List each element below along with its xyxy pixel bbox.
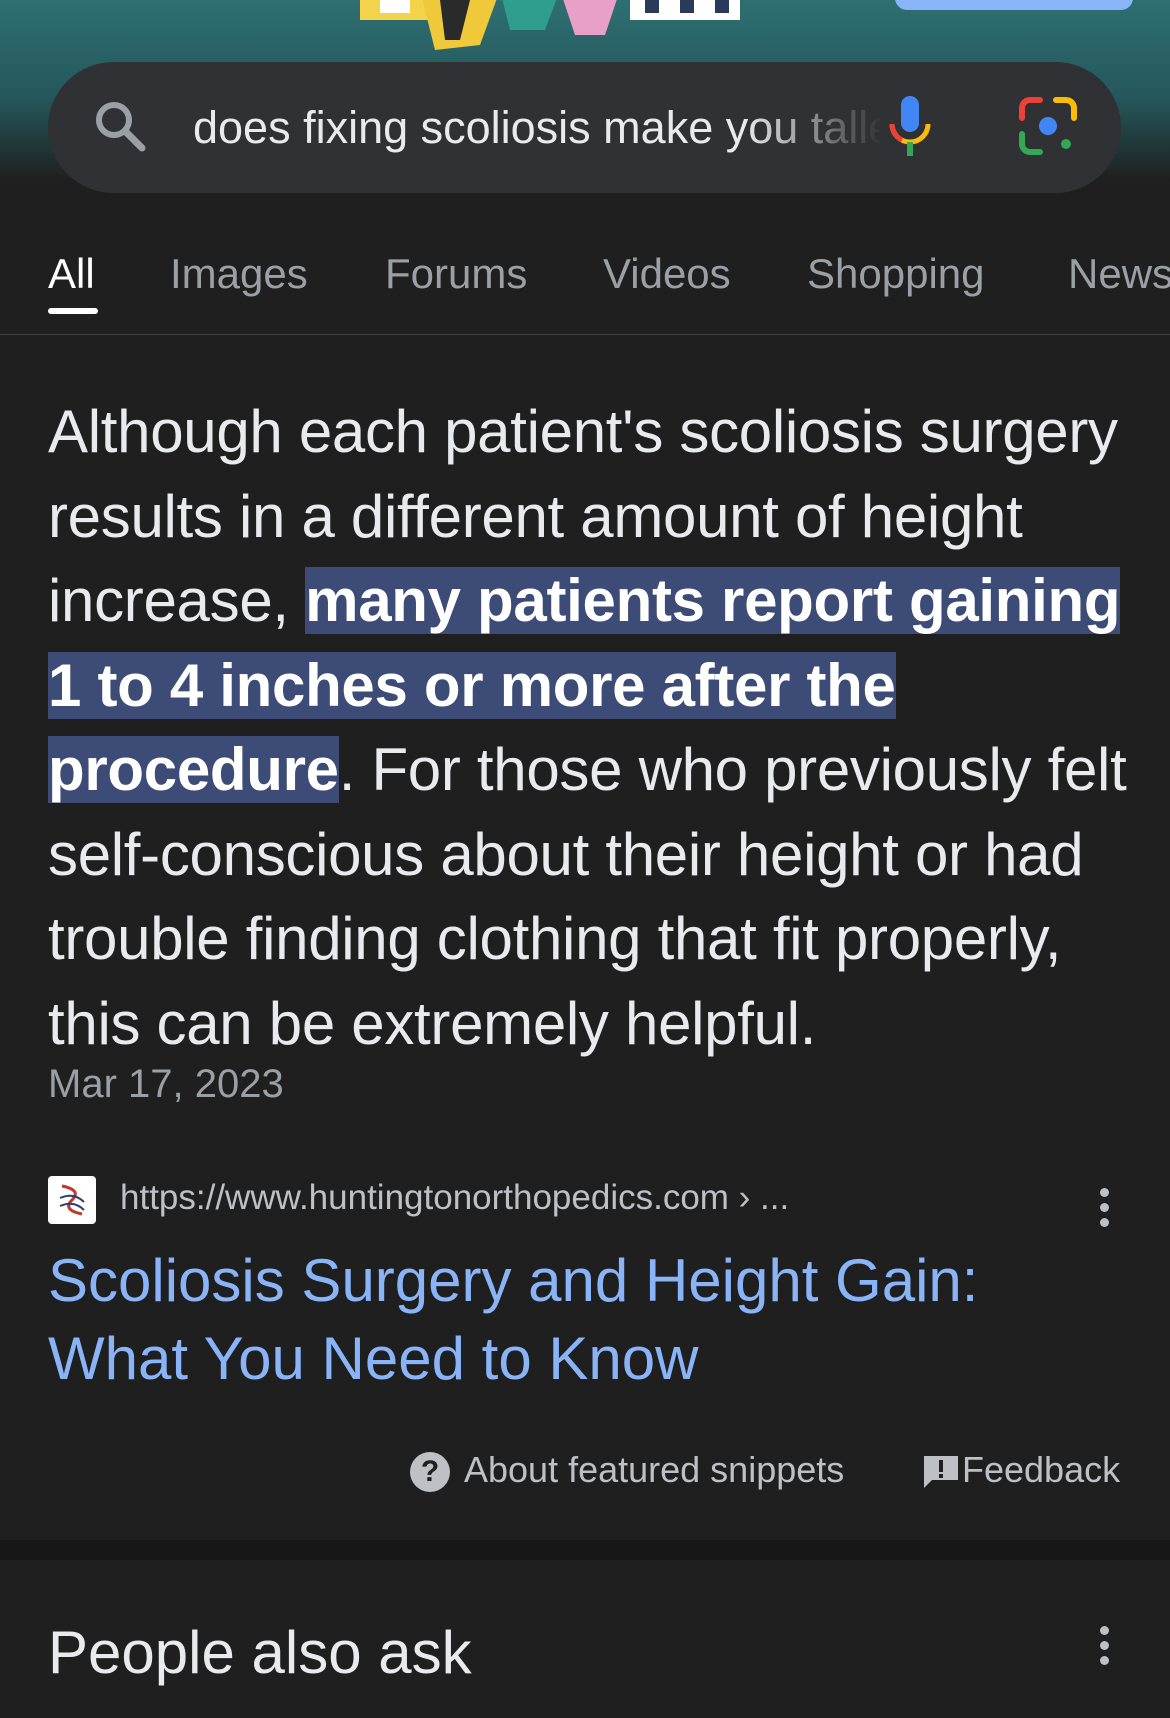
tab-shopping[interactable]: Shopping — [807, 246, 985, 302]
people-also-ask-heading: People also ask — [48, 1619, 472, 1686]
active-tab-indicator — [48, 308, 98, 314]
tab-images[interactable]: Images — [170, 246, 308, 302]
search-input[interactable]: does fixing scoliosis make you taller — [193, 98, 883, 158]
snippet-date: Mar 17, 2023 — [48, 1062, 284, 1106]
about-featured-snippets-link[interactable]: ? About featured snippets — [410, 1442, 844, 1498]
search-bar[interactable]: does fixing scoliosis make you taller — [48, 62, 1121, 193]
search-icon[interactable] — [90, 96, 150, 156]
site-favicon — [48, 1176, 96, 1224]
tab-forums[interactable]: Forums — [385, 246, 527, 302]
help-icon: ? — [410, 1452, 450, 1493]
sign-in-button[interactable] — [895, 0, 1133, 10]
tab-videos[interactable]: Videos — [603, 246, 731, 302]
tab-news[interactable]: News — [1068, 246, 1170, 302]
feedback-label: Feedback — [962, 1449, 1121, 1490]
more-vert-icon[interactable] — [1096, 1626, 1112, 1672]
huntington-logo-icon — [59, 1184, 85, 1216]
feedback-link[interactable]: Feedback — [922, 1442, 1120, 1498]
about-label: About featured snippets — [464, 1449, 845, 1490]
more-vert-icon[interactable] — [1096, 1188, 1112, 1234]
source-url[interactable]: https://www.huntingtonorthopedics.com › … — [120, 1178, 789, 1218]
mic-icon[interactable] — [880, 92, 940, 162]
result-title-link[interactable]: Scoliosis Surgery and Height Gain: What … — [48, 1242, 1108, 1398]
doodle-illustration[interactable] — [360, 0, 810, 60]
feedback-icon — [924, 1456, 958, 1489]
section-divider — [0, 1540, 1170, 1560]
tab-all[interactable]: All — [48, 246, 95, 302]
google-lens-icon[interactable] — [1016, 94, 1080, 158]
featured-snippet-text: Although each patient's scoliosis surger… — [48, 390, 1128, 1066]
search-tabs: All Images Forums Videos Shopping News — [0, 228, 1170, 335]
